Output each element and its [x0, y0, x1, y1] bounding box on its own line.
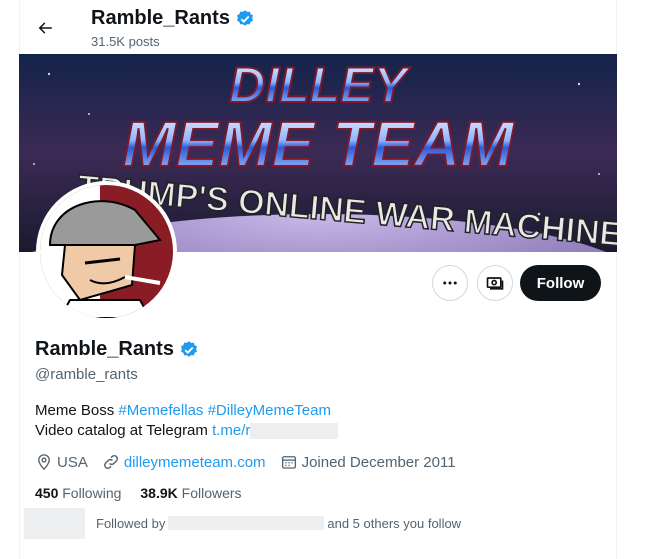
subscribe-money-button[interactable] [477, 265, 513, 301]
join-date-text: Joined December 2011 [301, 453, 456, 471]
more-options-button[interactable] [432, 265, 468, 301]
telegram-link[interactable]: t.me/r [212, 422, 250, 439]
followed-by-prefix: Followed by [96, 515, 166, 531]
profile-avatar[interactable] [36, 181, 177, 322]
hashtag-memefellas[interactable]: #Memefellas [118, 402, 203, 419]
bio-prefix: Meme Boss [35, 402, 115, 419]
verified-badge-icon [236, 9, 253, 26]
redacted-names [168, 516, 325, 530]
followers-link[interactable]: 38.9K Followers [140, 485, 241, 501]
display-name-text: Ramble_Rants [35, 338, 174, 360]
redacted-block [250, 423, 339, 440]
profile-header-bar: Ramble_Rants 31.5K posts [0, 0, 647, 54]
join-date: Joined December 2011 [280, 453, 456, 471]
banner-title-line2: MEME TEAM [122, 108, 515, 180]
followed-by-row[interactable]: Followed by and 5 others you follow [24, 507, 524, 539]
back-arrow-icon [38, 22, 52, 34]
bio-line-2: Video catalog at Telegram t.me/r [35, 421, 339, 441]
verified-badge-icon[interactable] [179, 340, 199, 360]
profile-handle: @ramble_rants [35, 366, 138, 383]
money-icon [486, 277, 504, 290]
hashtag-dilleymemeteam[interactable]: #DilleyMemeTeam [208, 402, 331, 419]
followers-label: Followers [181, 485, 242, 501]
location-pin-icon [38, 454, 50, 471]
following-label: Following [62, 485, 122, 501]
more-dots-icon [443, 281, 457, 285]
back-button[interactable] [30, 13, 60, 43]
location: USA [35, 453, 88, 471]
bio-line-1: Meme Boss #Memefellas #DilleyMemeTeam [35, 401, 338, 421]
display-name: Ramble_Rants [35, 338, 199, 361]
website: dilleymemeteam.com [102, 453, 266, 471]
profile-meta: USA dilleymemeteam.com Joined December 2… [35, 452, 470, 472]
follower-avatars [24, 507, 85, 539]
follow-button[interactable]: Follow [520, 265, 601, 301]
header-name-text: Ramble_Rants [91, 7, 230, 29]
post-count: 31.5K posts [91, 34, 160, 49]
banner-title-line1: DILLEY [229, 57, 411, 113]
profile-bio: Meme Boss #Memefellas #DilleyMemeTeam Vi… [35, 401, 339, 441]
bio-telegram-text: Video catalog at Telegram [35, 422, 208, 439]
website-link[interactable]: dilleymemeteam.com [124, 454, 266, 471]
calendar-icon [281, 456, 296, 469]
following-count: 450 [35, 485, 59, 501]
location-text: USA [57, 453, 88, 471]
link-icon [103, 455, 118, 469]
following-link[interactable]: 450 Following [35, 485, 121, 501]
followers-count: 38.9K [140, 485, 178, 501]
follow-stats: 450 Following 38.9K Followers [35, 485, 242, 501]
followed-by-suffix: and 5 others you follow [327, 515, 462, 531]
header-display-name: Ramble_Rants [91, 7, 255, 30]
